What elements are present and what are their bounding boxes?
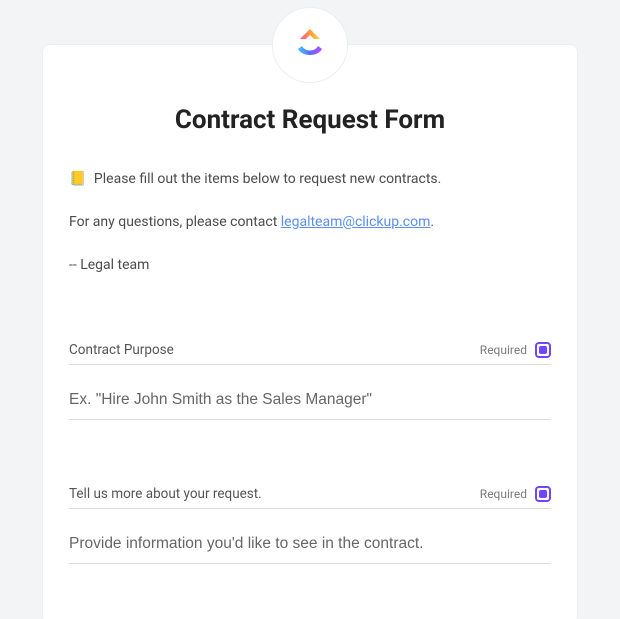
contact-email-link[interactable]: legalteam@clickup.com [281,214,431,230]
signoff: -- Legal team [69,255,551,276]
field-request-details: Tell us more about your request. Require… [69,486,551,564]
required-toggle[interactable] [535,486,551,502]
field-header: Contract Purpose Required [69,342,551,365]
required-toggle[interactable] [535,342,551,358]
required-label: Required [480,343,527,357]
intro-line-2: For any questions, please contact legalt… [69,212,551,233]
page-title: Contract Request Form [69,105,551,135]
required-label: Required [480,487,527,501]
intro-text-1: Please fill out the items below to reque… [94,171,441,187]
field-header: Tell us more about your request. Require… [69,486,551,509]
intro-prefix: For any questions, please contact [69,214,281,230]
field-label: Tell us more about your request. [69,486,480,502]
required-group: Required [480,342,551,358]
field-label: Contract Purpose [69,342,480,358]
clickup-logo-icon [290,25,330,65]
intro-line-1: 📒 Please fill out the items below to req… [69,169,551,190]
contract-purpose-input[interactable] [69,391,551,420]
required-group: Required [480,486,551,502]
note-icon: 📒 [69,171,86,187]
intro-suffix: . [430,214,434,230]
field-contract-purpose: Contract Purpose Required [69,342,551,420]
brand-logo-badge [272,7,348,83]
request-details-input[interactable] [69,535,551,564]
form-card: Contract Request Form 📒 Please fill out … [42,44,578,619]
